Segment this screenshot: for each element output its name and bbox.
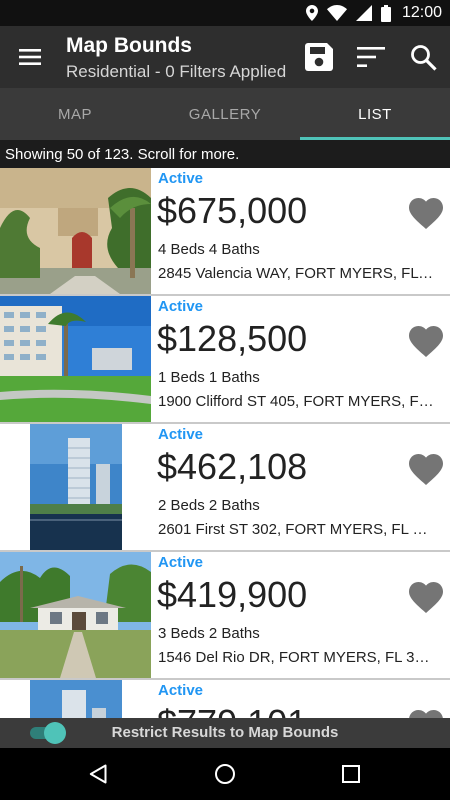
results-summary: Showing 50 of 123. Scroll for more. bbox=[0, 140, 450, 168]
status-time: 12:00 bbox=[401, 4, 442, 21]
heart-icon bbox=[409, 453, 443, 485]
heart-icon bbox=[409, 325, 443, 357]
listing-price: $419,900 bbox=[157, 574, 308, 615]
listing-photo bbox=[0, 680, 151, 718]
listing-row[interactable]: Active $779,101 bbox=[0, 680, 450, 718]
status-badge: Active bbox=[158, 298, 204, 315]
status-badge: Active bbox=[158, 426, 204, 443]
recents-icon bbox=[342, 765, 360, 783]
listing-price: $462,108 bbox=[157, 446, 308, 487]
tab-bar: MAP GALLERY LIST bbox=[0, 88, 450, 140]
favorite-button[interactable] bbox=[404, 576, 448, 618]
listing-row[interactable]: Active $675,000 4 Beds 4 Baths 2845 Vale… bbox=[0, 168, 450, 296]
tab-map[interactable]: MAP bbox=[0, 88, 150, 140]
sort-button[interactable] bbox=[351, 38, 391, 76]
restrict-bar: Restrict Results to Map Bounds bbox=[0, 718, 450, 748]
save-button[interactable] bbox=[299, 38, 339, 76]
search-icon bbox=[410, 44, 437, 71]
listing-address: 2845 Valencia WAY, FORT MYERS, FL 33901 bbox=[158, 265, 434, 282]
status-bar: 12:00 bbox=[0, 0, 450, 26]
listing-photo bbox=[0, 424, 151, 550]
tab-gallery[interactable]: GALLERY bbox=[150, 88, 300, 140]
heart-icon bbox=[409, 197, 443, 229]
listing-address: 2601 First ST 302, FORT MYERS, FL 33901 bbox=[158, 521, 434, 538]
listing-price: $779,101 bbox=[157, 702, 307, 718]
favorite-button[interactable] bbox=[404, 192, 448, 234]
listing-price: $128,500 bbox=[157, 318, 308, 359]
favorite-button[interactable] bbox=[404, 448, 448, 490]
sort-icon bbox=[357, 47, 385, 67]
tab-list[interactable]: LIST bbox=[300, 88, 450, 140]
save-icon bbox=[305, 43, 333, 71]
search-button[interactable] bbox=[403, 38, 443, 76]
status-badge: Active bbox=[158, 682, 204, 699]
listing-beds-baths: 3 Beds 2 Baths bbox=[158, 625, 260, 642]
battery-icon bbox=[380, 4, 391, 22]
status-badge: Active bbox=[158, 554, 204, 571]
listing-row[interactable]: Active $462,108 2 Beds 2 Baths 2601 Firs… bbox=[0, 424, 450, 552]
menu-button[interactable] bbox=[10, 39, 50, 75]
listing-beds-baths: 1 Beds 1 Baths bbox=[158, 369, 260, 386]
toolbar: Map Bounds Residential - 0 Filters Appli… bbox=[0, 26, 450, 88]
recents-button[interactable] bbox=[329, 754, 373, 794]
navigation-bar bbox=[0, 748, 450, 800]
location-icon bbox=[305, 5, 318, 21]
listing-row[interactable]: Active $419,900 3 Beds 2 Baths 1546 Del … bbox=[0, 552, 450, 680]
favorite-button[interactable] bbox=[404, 704, 448, 718]
status-icons: 12:00 bbox=[305, 0, 442, 26]
home-button[interactable] bbox=[203, 754, 247, 794]
status-badge: Active bbox=[158, 170, 204, 187]
home-icon bbox=[215, 764, 235, 784]
listing-photo bbox=[0, 552, 151, 678]
listing-list[interactable]: Active $675,000 4 Beds 4 Baths 2845 Vale… bbox=[0, 168, 450, 718]
menu-icon bbox=[19, 49, 41, 65]
toolbar-title: Map Bounds bbox=[66, 34, 192, 57]
heart-icon bbox=[409, 709, 443, 718]
wifi-icon bbox=[326, 5, 347, 21]
listing-beds-baths: 2 Beds 2 Baths bbox=[158, 497, 260, 514]
listing-photo bbox=[0, 168, 151, 294]
listing-photo bbox=[0, 296, 151, 422]
listing-beds-baths: 4 Beds 4 Baths bbox=[158, 241, 260, 258]
listing-address: 1900 Clifford ST 405, FORT MYERS, FL 339… bbox=[158, 393, 434, 410]
listing-row[interactable]: Active $128,500 1 Beds 1 Baths 1900 Clif… bbox=[0, 296, 450, 424]
restrict-label: Restrict Results to Map Bounds bbox=[111, 724, 339, 741]
heart-icon bbox=[409, 581, 443, 613]
toolbar-subtitle: Residential - 0 Filters Applied bbox=[66, 62, 287, 81]
listing-address: 1546 Del Rio DR, FORT MYERS, FL 33901 bbox=[158, 649, 434, 666]
toggle-knob bbox=[44, 722, 66, 744]
restrict-toggle[interactable] bbox=[30, 722, 66, 744]
back-button[interactable] bbox=[76, 754, 120, 794]
signal-icon bbox=[355, 5, 372, 21]
listing-price: $675,000 bbox=[157, 190, 308, 231]
back-icon bbox=[89, 764, 107, 784]
favorite-button[interactable] bbox=[404, 320, 448, 362]
